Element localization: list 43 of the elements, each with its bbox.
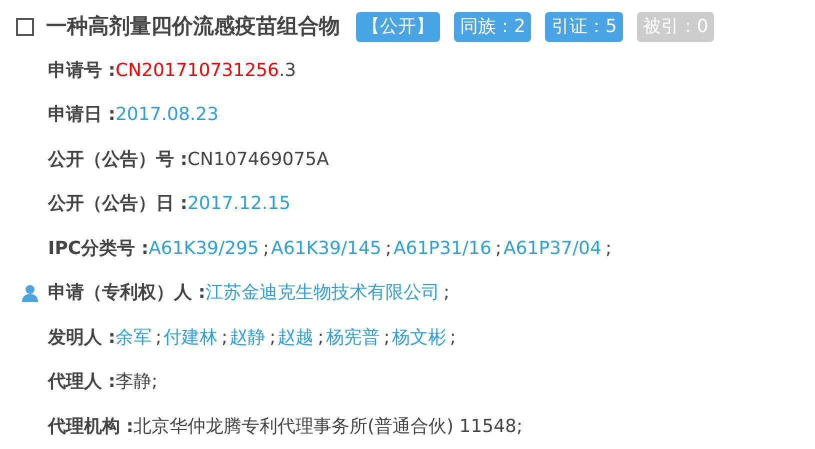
separator: ; [384, 326, 390, 350]
value-link[interactable]: A61P31/16 [393, 234, 492, 262]
value-link[interactable]: 江苏金迪克生物技术有限公司 [205, 279, 440, 306]
field-label: 申请号 : [48, 58, 116, 83]
value-link[interactable]: 杨文彬 [392, 324, 446, 351]
separator: ; [262, 236, 270, 261]
separator: ; [385, 236, 392, 261]
value-link[interactable]: A61K39/295 [148, 234, 259, 262]
field-label: 申请（专利权）人 : [48, 281, 206, 306]
field-value: .3 [278, 58, 296, 83]
field-label: 代理机构 : [48, 414, 134, 439]
separator: ; [155, 326, 162, 350]
field-label: IPC分类号 : [48, 236, 149, 261]
separator: ; [318, 326, 324, 350]
application-number: CN201710731256 [115, 58, 279, 83]
value-link[interactable]: 付建林 [164, 324, 218, 351]
value-link[interactable]: 余军 [115, 324, 152, 351]
field-value: 北京华仲龙腾专利代理事务所(普通合伙) 11548; [133, 414, 523, 439]
field-label: 公开（公告）号 : [48, 148, 188, 172]
date-value: 2017.08.23 [115, 103, 219, 128]
field-label: 代理人 : [48, 370, 116, 394]
field-label: 公开（公告）日 : [48, 192, 188, 216]
field-value: CN107469075A [187, 148, 329, 172]
badge-button[interactable]: 【公开】 [356, 12, 440, 42]
value-link[interactable]: A61K39/145 [271, 234, 382, 262]
separator: ; [605, 236, 612, 261]
separator: ; [450, 326, 456, 350]
field-label: 发明人 : [48, 326, 116, 350]
value-link[interactable]: A61P37/04 [503, 234, 602, 262]
separator: ; [222, 326, 228, 350]
date-value: 2017.12.15 [187, 192, 291, 216]
separator: ; [270, 326, 276, 350]
checkbox[interactable] [16, 18, 34, 36]
separator: ; [495, 236, 502, 261]
field-value: 李静; [115, 370, 158, 394]
patent-title: 一种高剂量四价流感疫苗组合物 [46, 13, 340, 40]
value-link[interactable]: 赵越 [278, 324, 314, 351]
value-link[interactable]: 杨宪普 [326, 324, 380, 351]
badge-button[interactable]: 同族：2 [454, 12, 532, 42]
value-link[interactable]: 赵静 [230, 324, 266, 351]
field-label: 申请日 : [48, 103, 116, 128]
badge-button[interactable]: 引证：5 [545, 12, 623, 42]
separator: ; [443, 281, 450, 306]
